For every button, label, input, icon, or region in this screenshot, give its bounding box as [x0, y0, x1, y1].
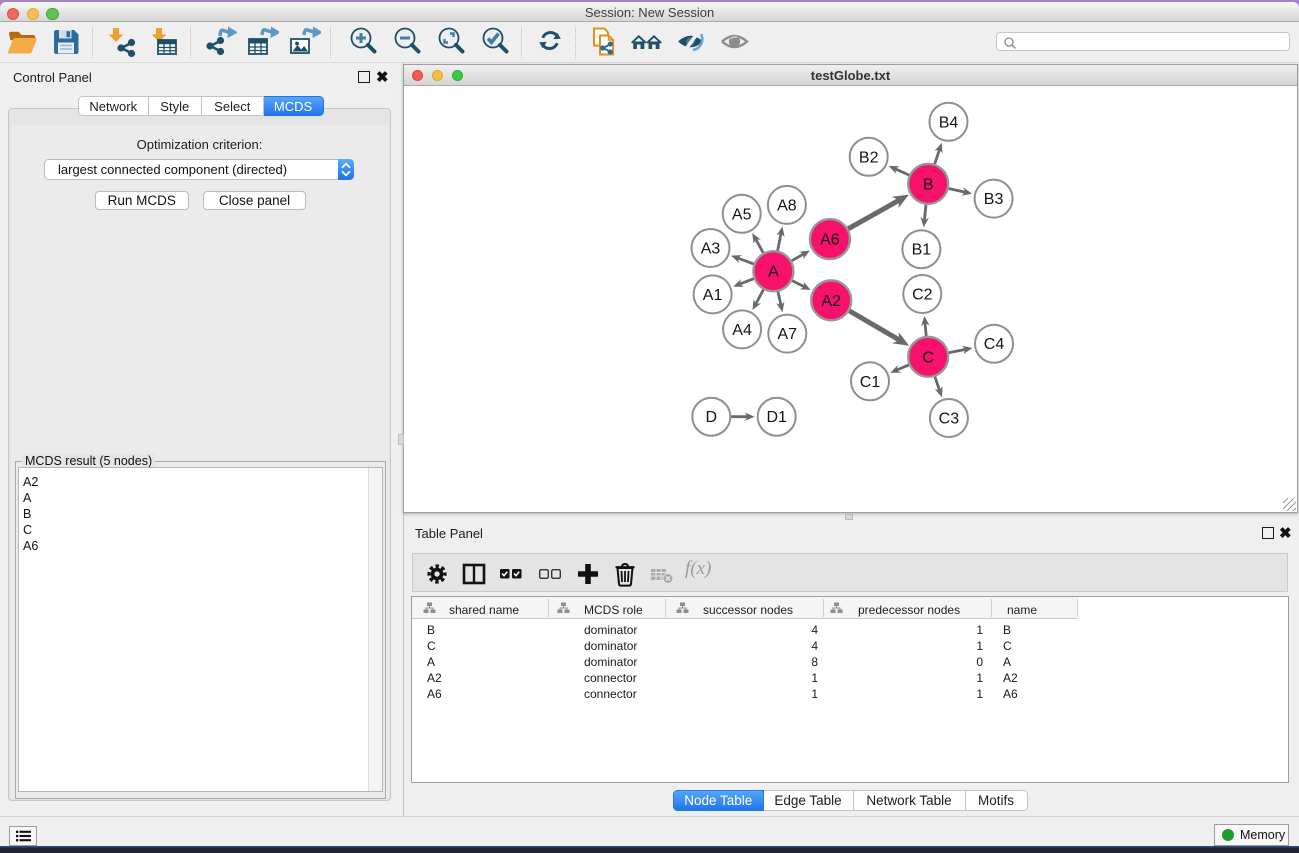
svg-text:A7: A7 [778, 326, 798, 343]
svg-text:C4: C4 [984, 336, 1005, 353]
svg-text:C3: C3 [939, 411, 960, 428]
svg-text:D1: D1 [766, 409, 787, 426]
svg-text:A6: A6 [820, 232, 840, 249]
svg-text:A: A [768, 264, 779, 281]
svg-text:A5: A5 [732, 206, 752, 223]
svg-text:A1: A1 [703, 287, 723, 304]
svg-text:B4: B4 [939, 114, 959, 131]
svg-text:A2: A2 [821, 293, 841, 310]
svg-text:A4: A4 [732, 322, 752, 339]
svg-text:B3: B3 [984, 191, 1004, 208]
svg-text:C1: C1 [860, 374, 881, 391]
svg-text:C: C [922, 349, 934, 366]
svg-text:B1: B1 [912, 242, 932, 259]
svg-text:A8: A8 [777, 197, 797, 214]
svg-text:C2: C2 [912, 287, 933, 304]
svg-text:D: D [706, 409, 718, 426]
svg-text:A3: A3 [701, 241, 721, 258]
svg-text:B: B [923, 176, 934, 193]
svg-text:B2: B2 [859, 149, 879, 166]
